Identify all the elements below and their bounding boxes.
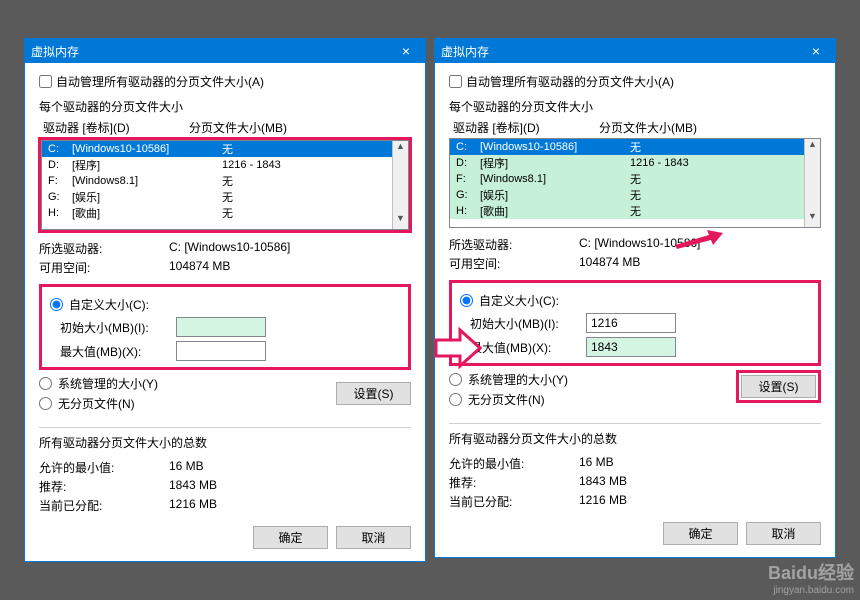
scrollbar[interactable]: ▲ ▼ <box>392 141 408 229</box>
watermark: Baidu经验 jingyan.baidu.com <box>768 559 854 596</box>
titlebar: 虚拟内存 × <box>435 39 835 63</box>
system-managed-radio[interactable] <box>39 377 52 390</box>
scroll-up-icon[interactable]: ▲ <box>393 141 408 157</box>
pointer-arrow-icon <box>673 229 723 249</box>
scroll-up-icon[interactable]: ▲ <box>805 139 820 155</box>
custom-size-group: 自定义大小(C): 初始大小(MB)(I): 最大值(MB)(X): <box>449 280 821 366</box>
drives-listbox[interactable]: C:[Windows10-10586]无D:[程序]1216 - 1843F:[… <box>449 138 821 228</box>
max-size-input[interactable] <box>176 341 266 361</box>
drive-row[interactable]: H:[歌曲]无 <box>450 203 804 219</box>
cancel-button[interactable]: 取消 <box>746 522 821 545</box>
ok-button[interactable]: 确定 <box>663 522 738 545</box>
custom-size-radio[interactable] <box>50 298 63 311</box>
drives-listbox[interactable]: C:[Windows10-10586]无D:[程序]1216 - 1843F:[… <box>41 140 409 230</box>
max-size-input[interactable] <box>586 337 676 357</box>
auto-manage-checkbox[interactable] <box>39 75 52 88</box>
drive-row[interactable]: F:[Windows8.1]无 <box>450 171 804 187</box>
close-icon[interactable]: × <box>803 43 829 59</box>
initial-size-input[interactable] <box>176 317 266 337</box>
no-paging-radio[interactable] <box>39 397 52 410</box>
custom-size-group: 自定义大小(C): 初始大小(MB)(I): 最大值(MB)(X): <box>39 284 411 370</box>
drives-header: 驱动器 [卷标](D) 分页文件大小(MB) <box>39 117 411 138</box>
drive-row[interactable]: G:[娱乐]无 <box>42 189 392 205</box>
drive-row[interactable]: D:[程序]1216 - 1843 <box>450 155 804 171</box>
ok-button[interactable]: 确定 <box>253 526 328 549</box>
virtual-memory-dialog-left: 虚拟内存 × 自动管理所有驱动器的分页文件大小(A) 每个驱动器的分页文件大小 … <box>24 38 426 562</box>
drive-row[interactable]: C:[Windows10-10586]无 <box>450 139 804 155</box>
auto-manage-label: 自动管理所有驱动器的分页文件大小(A) <box>466 73 674 90</box>
drive-row[interactable]: F:[Windows8.1]无 <box>42 173 392 189</box>
scroll-down-icon[interactable]: ▼ <box>393 213 408 229</box>
titlebar: 虚拟内存 × <box>25 39 425 63</box>
title: 虚拟内存 <box>441 43 489 60</box>
scroll-down-icon[interactable]: ▼ <box>805 211 820 227</box>
drive-row[interactable]: G:[娱乐]无 <box>450 187 804 203</box>
close-icon[interactable]: × <box>393 43 419 59</box>
drive-row[interactable]: H:[歌曲]无 <box>42 205 392 221</box>
drives-header: 驱动器 [卷标](D) 分页文件大小(MB) <box>449 117 821 138</box>
custom-size-radio[interactable] <box>460 294 473 307</box>
cancel-button[interactable]: 取消 <box>336 526 411 549</box>
initial-size-input[interactable] <box>586 313 676 333</box>
auto-manage-label: 自动管理所有驱动器的分页文件大小(A) <box>56 73 264 90</box>
scrollbar[interactable]: ▲ ▼ <box>804 139 820 227</box>
drives-heading: 每个驱动器的分页文件大小 <box>39 98 411 115</box>
step-arrow-icon <box>434 324 482 372</box>
drives-heading: 每个驱动器的分页文件大小 <box>449 98 821 115</box>
set-button[interactable]: 设置(S) <box>741 375 816 398</box>
system-managed-radio[interactable] <box>449 373 462 386</box>
virtual-memory-dialog-right: 虚拟内存 × 自动管理所有驱动器的分页文件大小(A) 每个驱动器的分页文件大小 … <box>434 38 836 558</box>
drive-row[interactable]: D:[程序]1216 - 1843 <box>42 157 392 173</box>
set-button-highlight: 设置(S) <box>736 370 821 403</box>
no-paging-radio[interactable] <box>449 393 462 406</box>
title: 虚拟内存 <box>31 43 79 60</box>
auto-manage-checkbox[interactable] <box>449 75 462 88</box>
drive-row[interactable]: C:[Windows10-10586]无 <box>42 141 392 157</box>
set-button[interactable]: 设置(S) <box>336 382 411 405</box>
